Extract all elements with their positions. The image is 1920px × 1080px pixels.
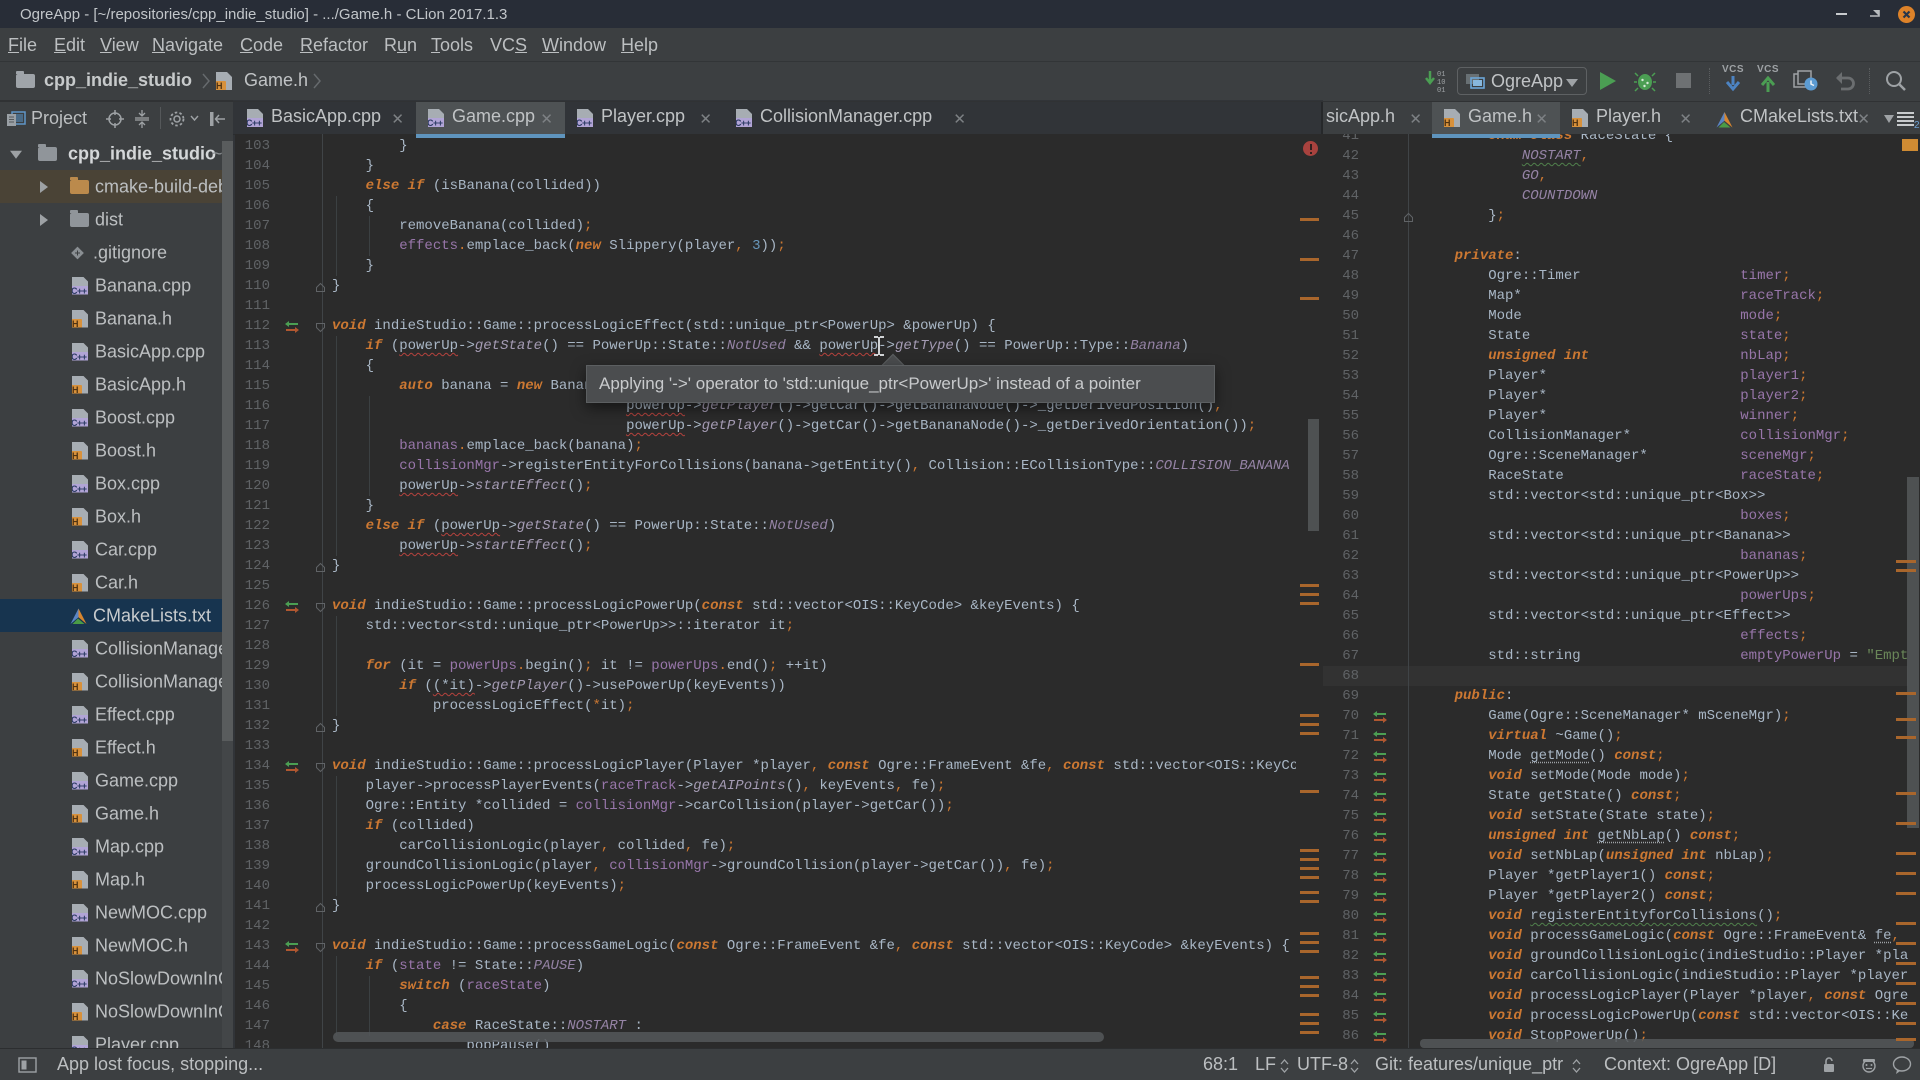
svg-text:01: 01 bbox=[1437, 71, 1445, 79]
svg-text:10: 10 bbox=[1437, 79, 1445, 87]
svg-text:01: 01 bbox=[1437, 87, 1445, 93]
